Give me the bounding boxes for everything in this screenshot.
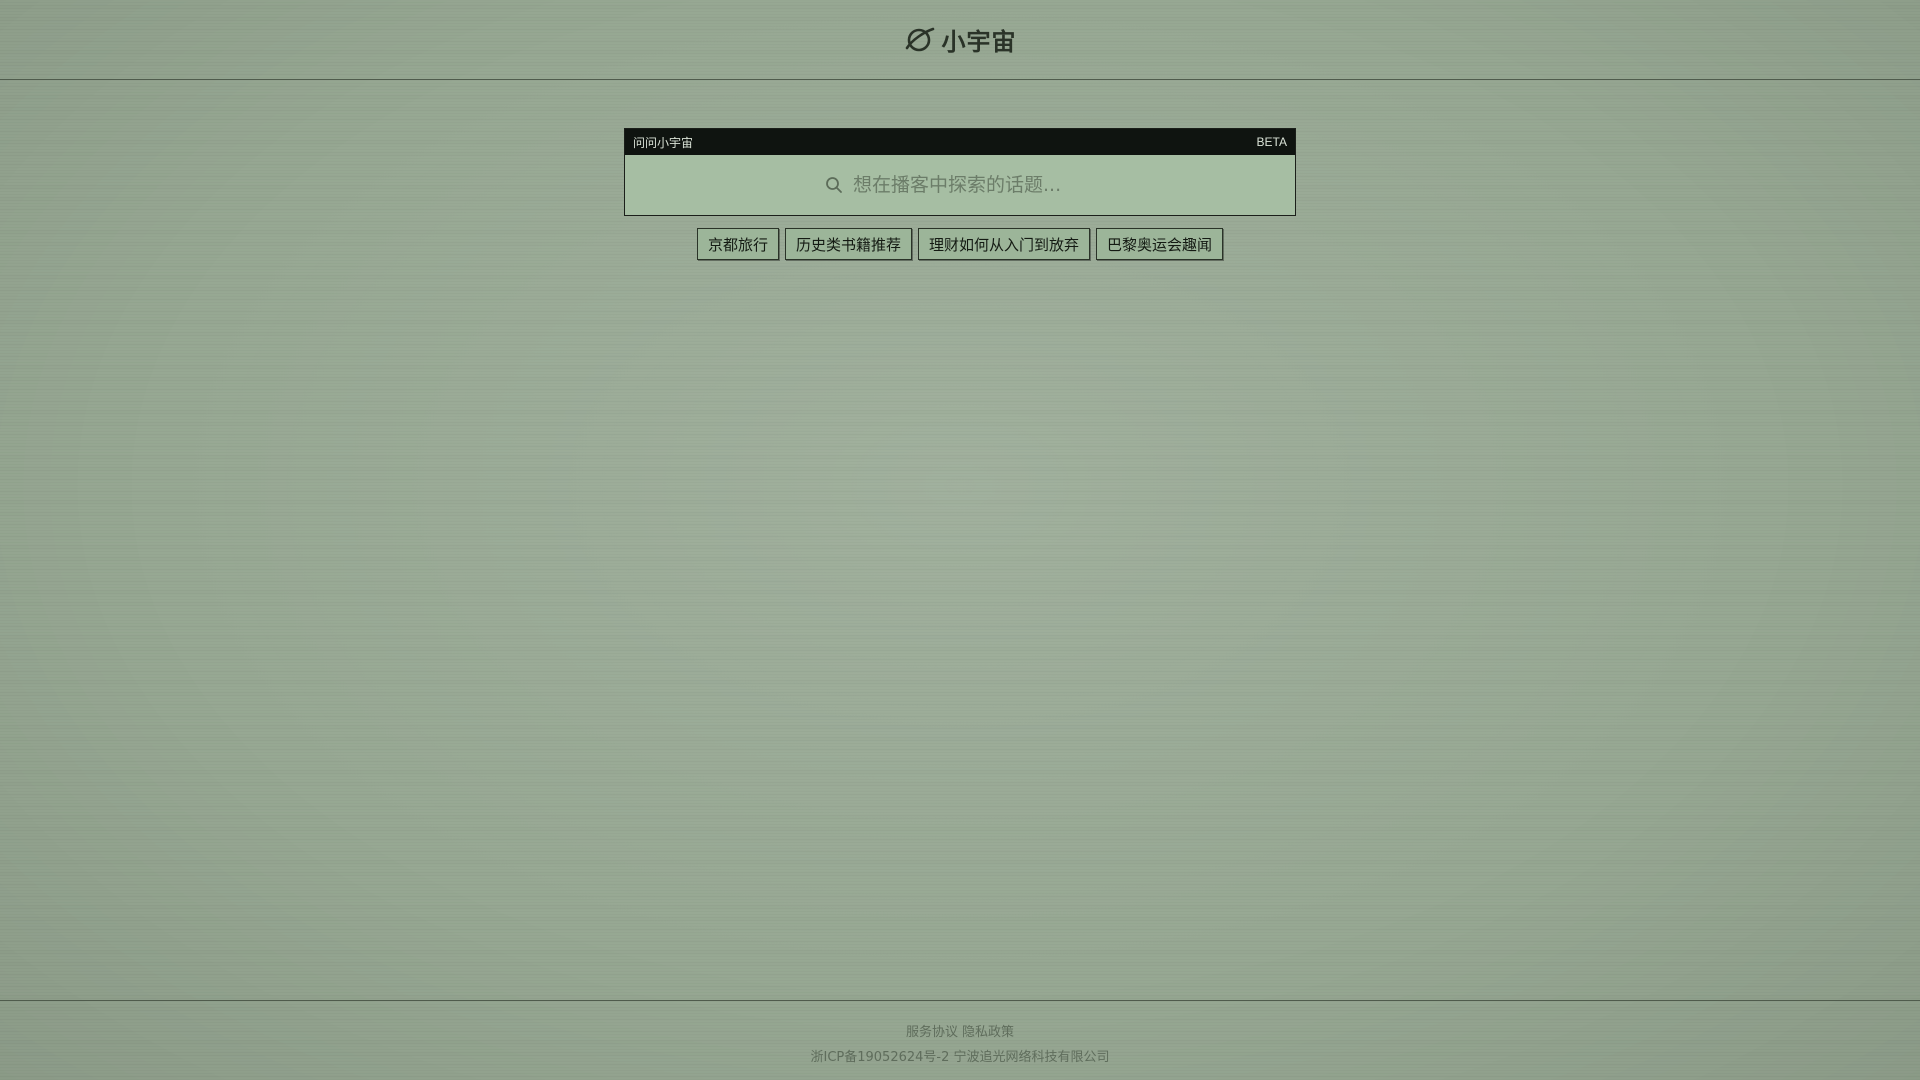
terms-link[interactable]: 服务协议 — [906, 1021, 958, 1040]
beta-badge: BETA — [1256, 135, 1287, 149]
page-footer: 服务协议 隐私政策 浙ICP备19052624号-2 宁波追光网络科技有限公司 — [0, 1000, 1920, 1080]
suggestion-chip[interactable]: 巴黎奥运会趣闻 — [1096, 228, 1224, 260]
ask-panel: 问问小宇宙 BETA — [624, 128, 1296, 216]
ask-panel-title: 问问小宇宙 — [633, 135, 694, 150]
logo[interactable]: 小宇宙 — [904, 22, 1017, 57]
suggestion-chip[interactable]: 理财如何从入门到放弃 — [918, 228, 1091, 260]
ask-panel-bar: 问问小宇宙 BETA — [625, 129, 1295, 155]
planet-icon — [905, 27, 934, 51]
suggestion-chips: 京都旅行 历史类书籍推荐 理财如何从入门到放弃 巴黎奥运会趣闻 — [0, 228, 1920, 260]
logo-text: 小宇宙 — [941, 28, 1017, 56]
search-input[interactable] — [851, 173, 1095, 197]
search-area[interactable] — [625, 155, 1295, 215]
search-icon — [826, 177, 842, 193]
top-header: 小宇宙 — [0, 0, 1920, 80]
privacy-link[interactable]: 隐私政策 — [962, 1021, 1014, 1040]
icp-text: 浙ICP备19052624号-2 宁波追光网络科技有限公司 — [810, 1050, 1110, 1065]
suggestion-chip[interactable]: 京都旅行 — [696, 228, 779, 260]
suggestion-chip[interactable]: 历史类书籍推荐 — [784, 228, 912, 260]
footer-links: 服务协议 隐私政策 — [0, 1021, 1920, 1040]
